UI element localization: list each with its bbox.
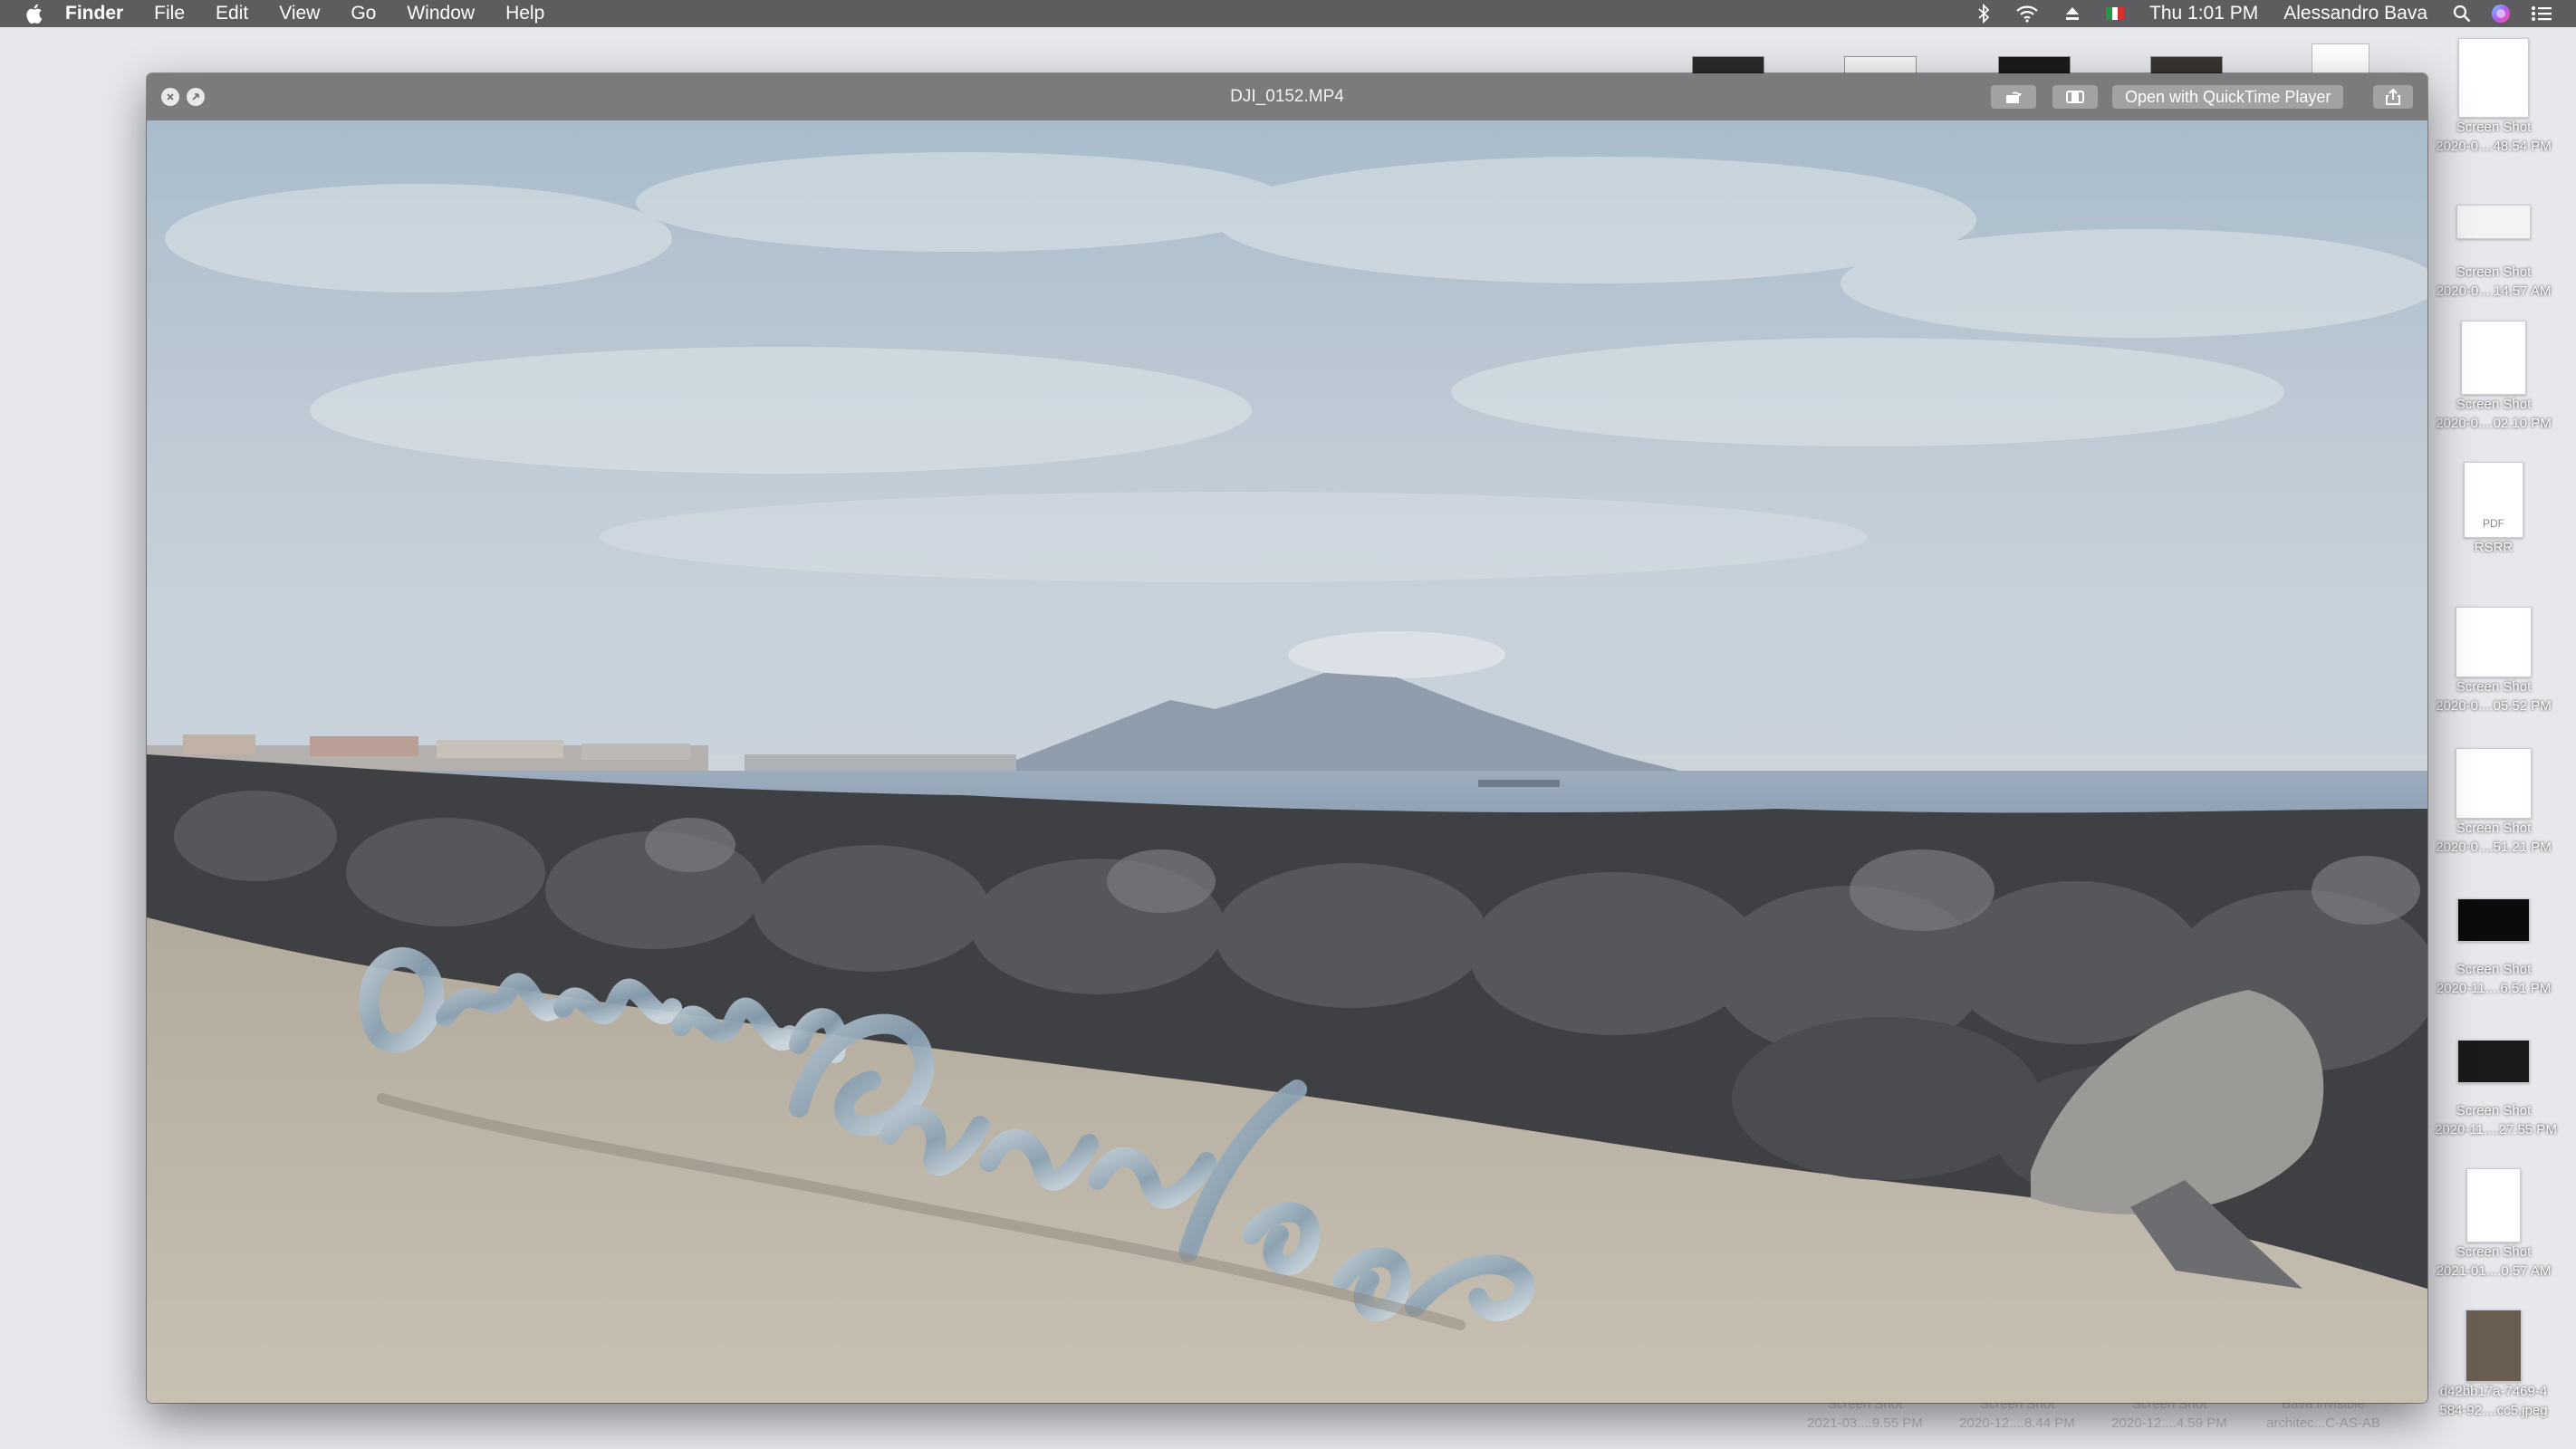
quicklook-titlebar: DJI_0152.MP4 Open with QuickTime Player [147, 73, 2427, 120]
video-preview[interactable] [147, 120, 2427, 1403]
desktop-file[interactable]: Screen Shot 2020-0....51.21 PM [2435, 748, 2552, 857]
file-name: Screen Shot [2456, 1103, 2532, 1118]
rotate-icon[interactable] [1991, 85, 2036, 109]
quicklook-window: DJI_0152.MP4 Open with QuickTime Player [147, 73, 2427, 1403]
file-thumbnail [2457, 898, 2530, 942]
desktop-file[interactable]: d42bb17a-7469-4 584-92....cc5.jpeg [2435, 1310, 2552, 1420]
file-name: RSRR [2474, 540, 2514, 555]
pdf-file-icon: PDF [2464, 462, 2523, 538]
file-name: Screen Shot [2456, 264, 2532, 280]
desktop-file[interactable]: Screen Shot 2020-0....05.52 PM [2435, 607, 2552, 715]
file-name-line2: architec...C-AS-AB [2266, 1415, 2380, 1431]
menu-view[interactable]: View [279, 3, 320, 24]
bluetooth-icon[interactable] [1977, 4, 1990, 24]
file-name-line2: 2020-0....51.21 PM [2436, 840, 2552, 855]
file-name-line2: 2020-12....4.59 PM [2111, 1415, 2227, 1431]
file-name-line2: 2020-12....8.44 PM [1959, 1415, 2075, 1431]
desktop-file[interactable]: Screen Shot 2020-11....27.55 PM [2435, 1040, 2557, 1139]
menu-file[interactable]: File [154, 3, 185, 24]
file-name: Screen Shot [2456, 820, 2532, 836]
file-name-line2: 2020-0....05.52 PM [2436, 698, 2552, 714]
file-thumbnail [2457, 1040, 2530, 1083]
file-name: Screen Shot [2456, 120, 2532, 135]
file-thumbnail [2461, 321, 2526, 395]
file-thumbnail [2456, 748, 2532, 819]
file-name: d42bb17a-7469-4 [2439, 1384, 2548, 1399]
pdf-badge: PDF [2483, 517, 2504, 530]
italian-flag-icon[interactable] [2106, 7, 2125, 20]
desktop-file[interactable]: PDF RSRR [2435, 462, 2552, 558]
file-name-line2: 2020-11....6.51 PM [2436, 981, 2552, 996]
desktop-file[interactable]: Screen Shot 2020-11....6.51 PM [2435, 898, 2552, 998]
file-name-line2: 2020-0....02.10 PM [2436, 416, 2552, 431]
file-name-line2: 2021-03....9.55 PM [1807, 1415, 1923, 1431]
desktop-file[interactable]: Screen Shot 2021-01....0.57 AM [2435, 1168, 2552, 1281]
notification-center-icon[interactable] [2531, 5, 2552, 23]
menu-edit[interactable]: Edit [216, 3, 248, 24]
file-name: Screen Shot [2456, 962, 2532, 977]
siri-icon[interactable] [2491, 4, 2511, 24]
menu-go[interactable]: Go [351, 3, 376, 24]
menubar-clock[interactable]: Thu 1:01 PM [2149, 3, 2258, 24]
file-thumbnail [2456, 607, 2532, 677]
menu-bar: Finder File Edit View Go Window Help Thu… [0, 0, 2576, 27]
eject-icon[interactable] [2064, 5, 2081, 22]
desktop-file-thumbnail[interactable] [2312, 43, 2369, 76]
apple-logo-icon[interactable] [24, 3, 43, 24]
wifi-icon[interactable] [2015, 5, 2039, 23]
desktop-file[interactable]: Screen Shot 2020-0....02.10 PM [2435, 321, 2552, 433]
file-name-line2: 2020-0....48.54 PM [2436, 139, 2552, 154]
file-name-line2: 584-92....cc5.jpeg [2439, 1403, 2548, 1418]
file-thumbnail [2456, 205, 2531, 239]
file-thumbnail [2458, 38, 2529, 118]
file-thumbnail [2465, 1310, 2522, 1382]
menubar-user[interactable]: Alessandro Bava [2283, 3, 2427, 24]
file-thumbnail [2466, 1168, 2521, 1243]
file-name-line2: 2020-0....14.57 AM [2436, 283, 2552, 299]
file-name-line2: 2020-11....27.55 PM [2435, 1122, 2557, 1137]
menu-finder[interactable]: Finder [65, 3, 123, 24]
file-name: Screen Shot [2456, 1244, 2532, 1260]
file-name: Screen Shot [2456, 397, 2532, 412]
trim-icon[interactable] [2052, 85, 2098, 109]
menu-window[interactable]: Window [407, 3, 475, 24]
share-icon[interactable] [2373, 85, 2413, 109]
spotlight-search-icon[interactable] [2453, 5, 2471, 23]
desktop-file[interactable]: Screen Shot 2020-0....48.54 PM [2435, 38, 2552, 156]
desktop-file[interactable]: Screen Shot 2020-0....14.57 AM [2435, 201, 2552, 301]
menu-help[interactable]: Help [505, 3, 544, 24]
open-with-quicktime-button[interactable]: Open with QuickTime Player [2112, 85, 2344, 109]
file-name-line2: 2021-01....0.57 AM [2436, 1263, 2552, 1279]
ship [1478, 780, 1560, 787]
file-name: Screen Shot [2456, 679, 2532, 695]
